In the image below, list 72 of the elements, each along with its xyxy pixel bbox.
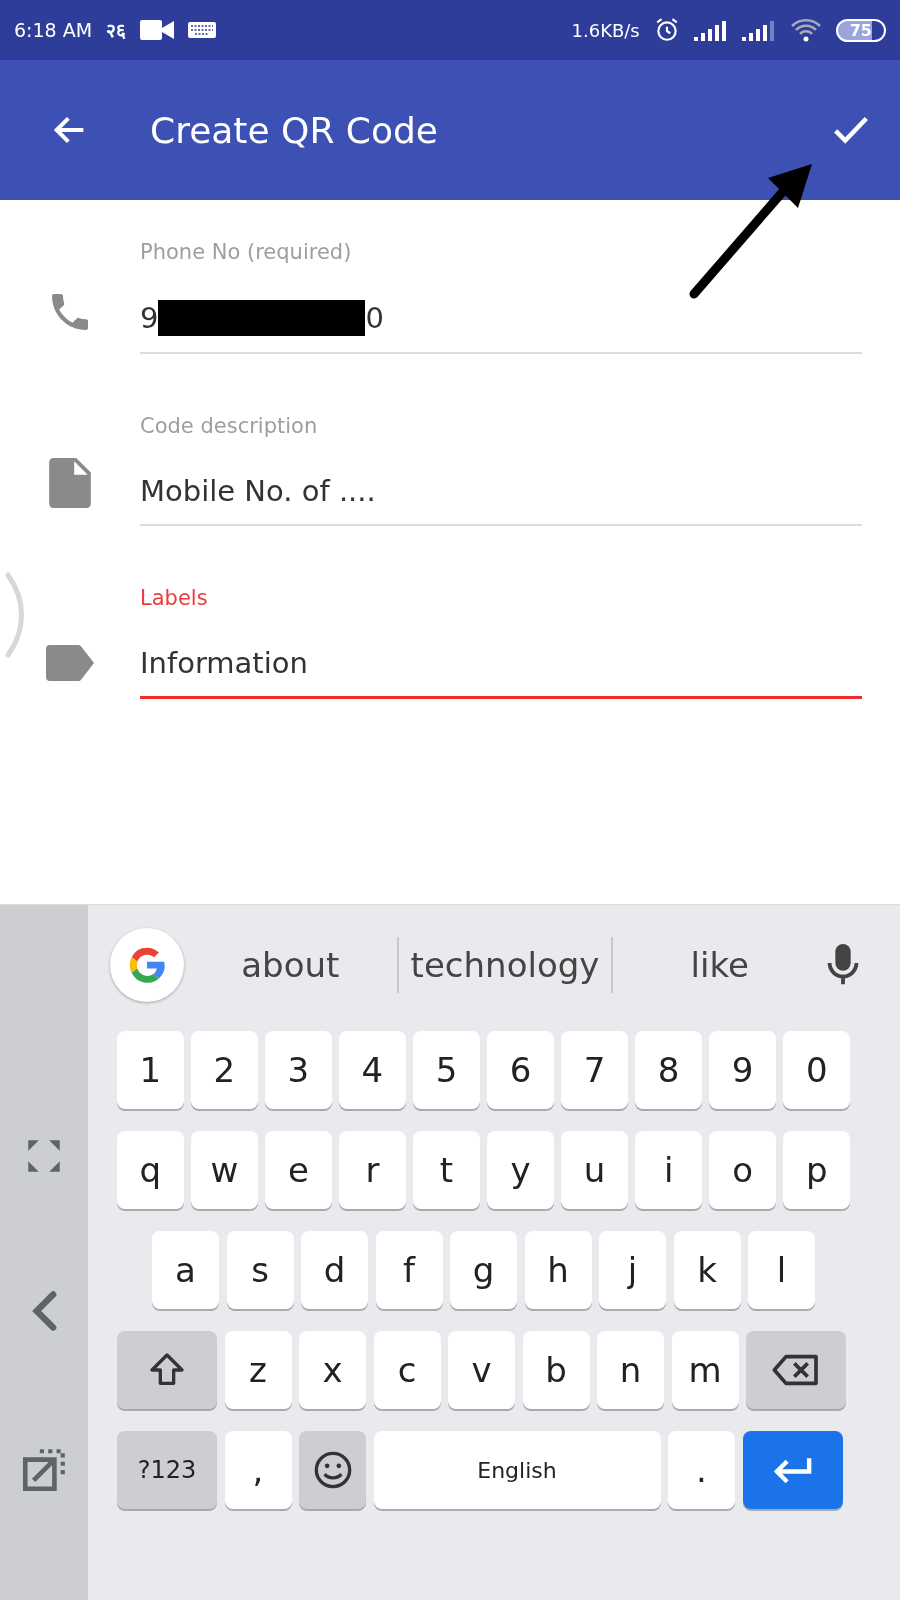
keyboard-key[interactable]: 6 [487, 1031, 554, 1109]
backspace-icon [771, 1352, 821, 1388]
keyboard-key[interactable]: x [299, 1331, 366, 1409]
keyboard-key[interactable]: w [191, 1131, 258, 1209]
keyboard-key[interactable]: v [448, 1331, 515, 1409]
keyboard-key[interactable]: d [301, 1231, 368, 1309]
space-key[interactable]: English [373, 1431, 661, 1509]
keyboard-key[interactable]: i [635, 1131, 702, 1209]
keyboard-key[interactable]: , [224, 1431, 292, 1509]
keyboard-key[interactable]: a [152, 1231, 219, 1309]
field-value: Mobile No. of .... [140, 474, 376, 508]
google-button[interactable] [110, 928, 184, 1002]
keyboard-key[interactable]: 1 [117, 1031, 184, 1109]
keyboard-key[interactable]: 5 [413, 1031, 480, 1109]
keyboard-key[interactable]: 3 [265, 1031, 332, 1109]
suggestion-word[interactable]: like [611, 937, 826, 993]
symbols-key[interactable]: ?123 [117, 1431, 217, 1509]
keyboard-key[interactable]: 0 [783, 1031, 850, 1109]
time-text: 6:18 AM [14, 19, 93, 41]
keyboard-key[interactable]: 8 [635, 1031, 702, 1109]
keyboard-key[interactable]: h [524, 1231, 592, 1309]
keyboard-key[interactable]: j [599, 1231, 666, 1309]
keyboard-key[interactable]: s [226, 1231, 294, 1309]
keyboard-key[interactable]: y [487, 1131, 554, 1209]
keyboard-key[interactable]: 7 [561, 1031, 628, 1109]
signal-icon [693, 19, 728, 41]
field-value: Information [140, 646, 308, 680]
document-icon [47, 458, 93, 508]
keyboard-key[interactable]: 4 [339, 1031, 406, 1109]
keyboard-key[interactable]: m [671, 1331, 739, 1409]
emoji-key[interactable] [299, 1431, 366, 1509]
screen-title: Create QR Code [150, 109, 440, 151]
field-label: Code description [140, 414, 319, 438]
keyboard-key[interactable]: 9 [709, 1031, 776, 1109]
keyboard-key[interactable]: p [783, 1131, 850, 1209]
keyboard-key[interactable]: c [373, 1331, 441, 1409]
tag-icon [46, 645, 94, 681]
shift-key[interactable] [117, 1331, 217, 1409]
keyboard-key[interactable]: t [413, 1131, 480, 1209]
keyboard-key[interactable]: r [339, 1131, 406, 1209]
keyboard-key[interactable]: n [597, 1331, 664, 1409]
video-camera-icon [140, 20, 175, 40]
signal-icon [741, 19, 776, 41]
keyboard-key[interactable]: g [450, 1231, 517, 1309]
enter-key[interactable] [742, 1431, 843, 1509]
keyboard-key[interactable]: b [522, 1331, 590, 1409]
network-speed-text: 1.6KB/s [571, 19, 640, 41]
backspace-key[interactable] [746, 1331, 846, 1409]
keyboard-key[interactable]: l [748, 1231, 815, 1309]
keyboard-key[interactable]: u [561, 1131, 628, 1209]
text-field[interactable]: Phone No (required) 9 0 [140, 240, 862, 354]
keyboard-key[interactable]: k [673, 1231, 741, 1309]
keyboard-key[interactable]: z [224, 1331, 292, 1409]
suggestion-word[interactable]: technology [396, 937, 612, 993]
keyboard-key[interactable]: . [668, 1431, 735, 1509]
keyboard-key[interactable]: q [117, 1131, 184, 1209]
text-field[interactable]: Code description Mobile No. of .... [140, 414, 862, 526]
suggestion-word[interactable]: about [184, 937, 397, 993]
keyboard-key[interactable]: e [265, 1131, 332, 1209]
battery-indicator: 75 [835, 18, 886, 42]
field-value: 0 [365, 301, 384, 335]
date-label: २६ [106, 18, 127, 43]
keyboard-key[interactable]: o [709, 1131, 776, 1209]
field-label: Labels [140, 586, 209, 610]
keyboard-key[interactable]: f [375, 1231, 443, 1309]
field-label: Phone No (required) [140, 240, 353, 264]
field-value: 9 [140, 301, 159, 335]
smiley-icon [312, 1450, 353, 1490]
keyboard-key[interactable]: 2 [191, 1031, 258, 1109]
keyboard-icon [188, 22, 217, 38]
text-field[interactable]: Labels Information [140, 586, 862, 699]
wifi-icon [789, 18, 822, 42]
